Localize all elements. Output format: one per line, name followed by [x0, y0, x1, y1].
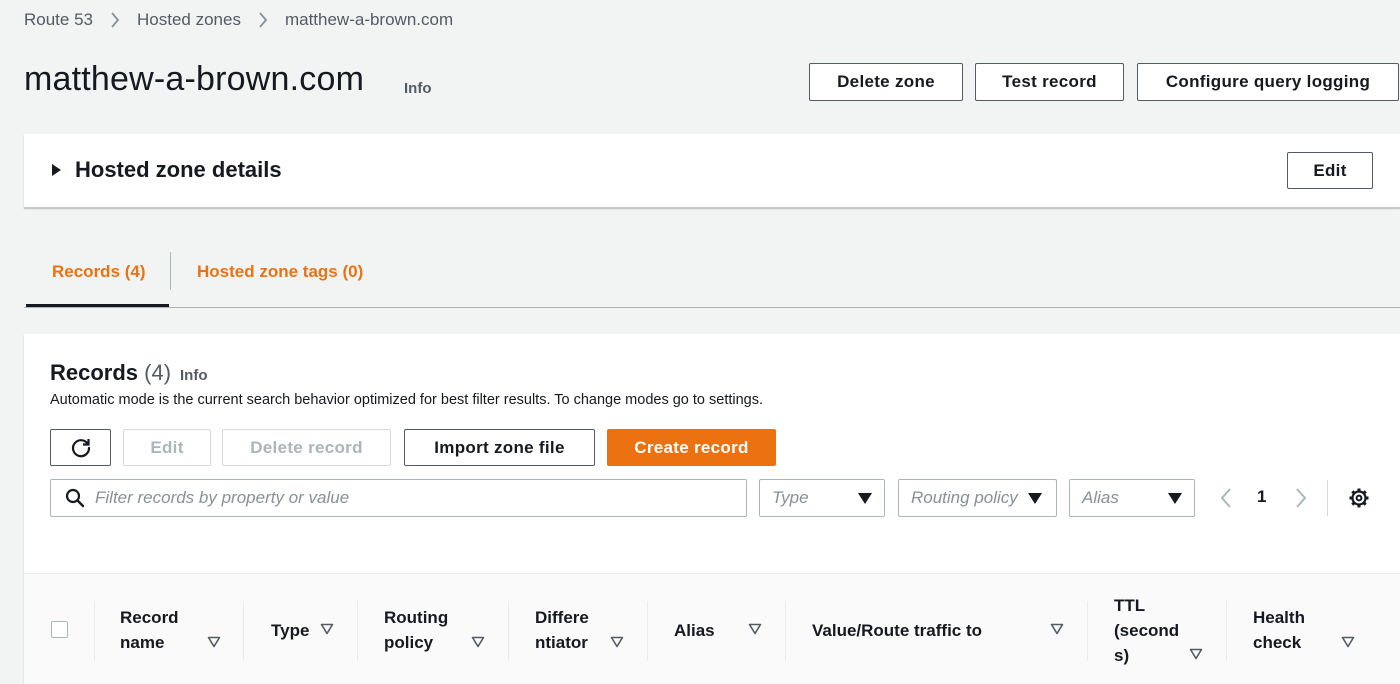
import-zone-file-button[interactable]: Import zone file [404, 429, 595, 466]
column-header-line: Type [271, 621, 310, 640]
gear-icon[interactable] [1348, 487, 1370, 509]
column-header-differentiator[interactable]: Differe ntiator [535, 605, 589, 655]
type-select-label: Type [772, 488, 809, 507]
breadcrumb: Route 53 Hosted zones matthew-a-brown.co… [24, 9, 453, 31]
tab-divider [170, 252, 171, 290]
column-header-line: check [1253, 633, 1302, 652]
column-header-line: name [120, 633, 165, 652]
sort-caret-icon[interactable] [1341, 636, 1355, 648]
routing-policy-select[interactable]: Routing policy [898, 479, 1057, 517]
column-header-ttl[interactable]: TTL (second s) [1114, 593, 1179, 668]
filter-records-input[interactable] [95, 488, 715, 508]
column-divider [1087, 601, 1088, 661]
column-divider [647, 601, 648, 661]
chevron-right-icon [250, 12, 276, 28]
delete-zone-button[interactable]: Delete zone [809, 63, 963, 101]
alias-select[interactable]: Alias [1069, 479, 1195, 517]
column-header-type[interactable]: Type [271, 618, 309, 643]
column-divider [243, 601, 244, 661]
column-header-value[interactable]: Value/Route traffic to [812, 618, 982, 643]
edit-record-button[interactable]: Edit [123, 429, 211, 466]
breadcrumb-current: matthew-a-brown.com [284, 10, 454, 29]
tab-active-indicator [26, 304, 169, 307]
column-header-line: Routing [384, 608, 449, 627]
column-divider [94, 601, 95, 661]
refresh-button[interactable] [50, 429, 111, 466]
type-select[interactable]: Type [759, 479, 885, 517]
column-divider [508, 601, 509, 661]
sort-caret-icon[interactable] [1189, 648, 1203, 660]
column-header-routing-policy[interactable]: Routing policy [384, 605, 448, 655]
caret-down-icon [858, 492, 872, 504]
column-header-line: (second [1114, 621, 1180, 640]
sort-caret-icon[interactable] [748, 623, 762, 635]
caret-down-icon [1028, 492, 1042, 504]
breadcrumb-hosted-zones[interactable]: Hosted zones [137, 10, 241, 30]
column-divider [1226, 601, 1227, 661]
caret-down-icon [1168, 492, 1182, 504]
column-header-record-name[interactable]: Record name [120, 605, 179, 655]
column-divider [785, 601, 786, 661]
hosted-zone-details-title[interactable]: Hosted zone details [75, 157, 282, 183]
routing-policy-select-label: Routing policy [911, 488, 1018, 507]
page-title: matthew-a-brown.com [24, 60, 365, 98]
column-header-line: Health [1253, 608, 1305, 627]
tab-records[interactable]: Records (4) [52, 262, 146, 282]
tab-hosted-zone-tags[interactable]: Hosted zone tags (0) [197, 262, 363, 282]
records-description: Automatic mode is the current search beh… [50, 392, 764, 408]
records-info-link[interactable]: Info [180, 367, 208, 384]
delete-record-button[interactable]: Delete record [222, 429, 391, 466]
next-page-icon[interactable] [1294, 487, 1308, 509]
column-header-line: ntiator [535, 633, 588, 652]
current-page-number[interactable]: 1 [1257, 487, 1266, 507]
column-header-health-check[interactable]: Health check [1253, 605, 1305, 655]
configure-query-logging-button[interactable]: Configure query logging [1137, 63, 1399, 101]
column-header-alias[interactable]: Alias [674, 618, 715, 643]
sort-caret-icon[interactable] [207, 636, 221, 648]
column-header-line: TTL [1114, 596, 1146, 615]
test-record-button[interactable]: Test record [975, 63, 1124, 101]
column-header-line: Value/Route traffic to [812, 621, 983, 640]
caret-right-icon[interactable] [52, 164, 61, 176]
records-heading: Records (4) [50, 360, 171, 386]
records-title: Records [50, 360, 139, 385]
column-header-line: Differe [535, 608, 589, 627]
column-header-line: s) [1114, 646, 1130, 665]
previous-page-icon[interactable] [1219, 487, 1233, 509]
sort-caret-icon[interactable] [471, 636, 485, 648]
search-icon [65, 488, 85, 508]
title-info-link[interactable]: Info [404, 80, 432, 97]
refresh-icon [71, 438, 90, 457]
chevron-right-icon [102, 12, 128, 28]
column-header-line: policy [384, 633, 434, 652]
column-divider [357, 601, 358, 661]
edit-zone-details-button[interactable]: Edit [1287, 152, 1373, 189]
create-record-button[interactable]: Create record [607, 429, 776, 466]
breadcrumb-route53[interactable]: Route 53 [24, 10, 93, 30]
sort-caret-icon[interactable] [320, 623, 334, 635]
alias-select-label: Alias [1082, 488, 1119, 507]
select-all-checkbox[interactable] [51, 621, 68, 638]
records-count: (4) [144, 360, 172, 385]
tabs-baseline [24, 307, 1400, 308]
sort-caret-icon[interactable] [610, 636, 624, 648]
filter-box[interactable] [50, 479, 747, 517]
column-header-line: Record [120, 608, 179, 627]
sort-caret-icon[interactable] [1050, 623, 1064, 635]
column-header-line: Alias [674, 621, 715, 640]
pager-divider [1327, 480, 1328, 516]
